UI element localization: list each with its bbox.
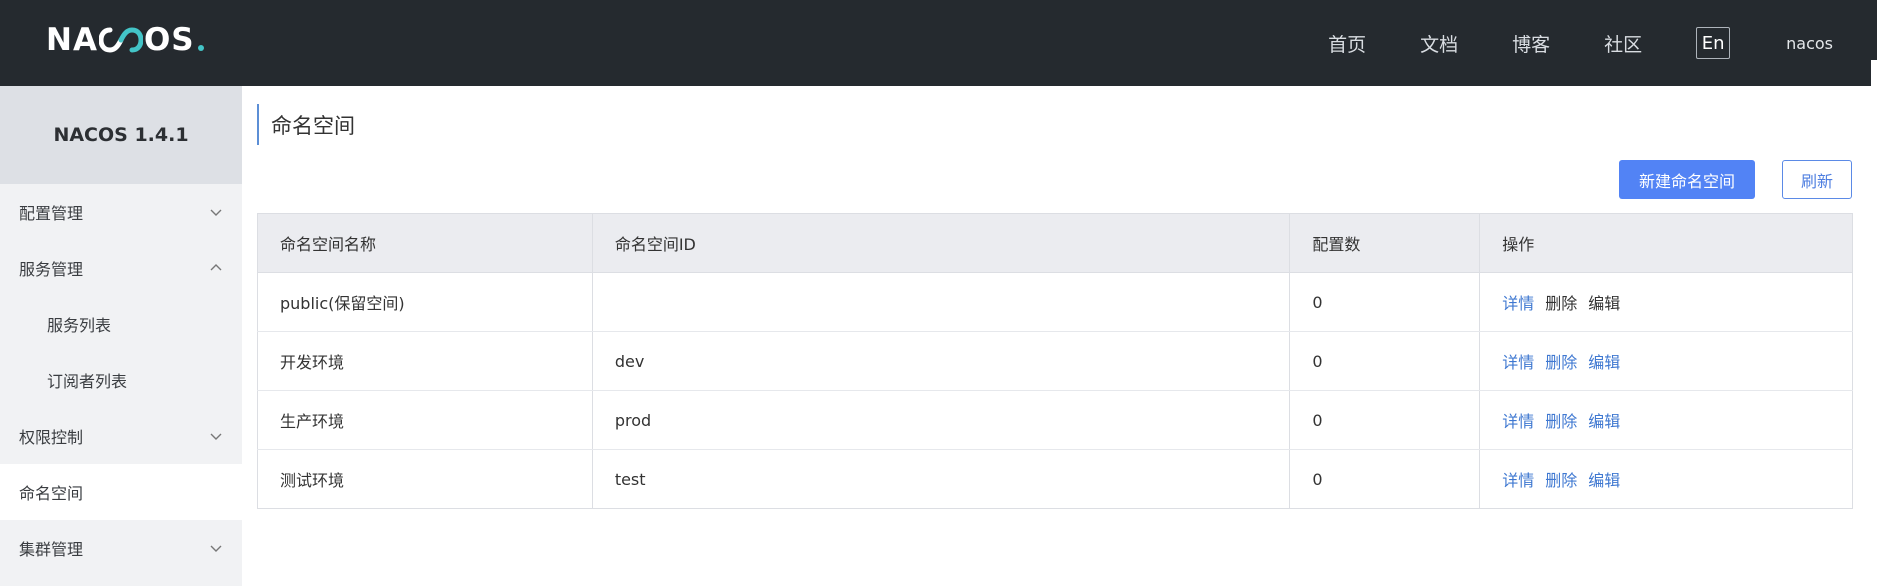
top-header: NA OS 首页 文档 博客 社区 En nacos <box>0 0 1877 86</box>
cell-namespace-name: 测试环境 <box>257 449 593 509</box>
nav-blog[interactable]: 博客 <box>1512 30 1550 57</box>
nav-community[interactable]: 社区 <box>1604 30 1642 57</box>
sidebar-item-cluster-management[interactable]: 集群管理 <box>0 520 242 576</box>
sidebar-item-namespace[interactable]: 命名空间 <box>0 464 242 520</box>
cell-config-count: 0 <box>1289 449 1481 509</box>
chevron-down-icon <box>210 545 222 552</box>
sidebar-item-label: 服务列表 <box>47 316 112 335</box>
edit-link[interactable]: 编辑 <box>1588 353 1620 372</box>
column-header-actions: 操作 <box>1479 213 1853 273</box>
cell-namespace-id: dev <box>591 331 1291 391</box>
sidebar-item-subscriber-list[interactable]: 订阅者列表 <box>0 352 242 408</box>
scrollbar-thumb[interactable] <box>1871 60 1877 86</box>
detail-link[interactable]: 详情 <box>1502 471 1534 490</box>
table-header-row: 命名空间名称 命名空间ID 配置数 操作 <box>257 213 1853 273</box>
delete-link[interactable]: 删除 <box>1545 412 1577 431</box>
sidebar-item-access-control[interactable]: 权限控制 <box>0 408 242 464</box>
cell-actions: 详情 删除 编辑 <box>1479 449 1853 509</box>
logo-text-suffix: OS <box>143 22 195 58</box>
sidebar-version-title: NACOS 1.4.1 <box>0 86 242 184</box>
chevron-down-icon <box>210 433 222 440</box>
namespace-table: 命名空间名称 命名空间ID 配置数 操作 public(保留空间) 0 详情 删除… <box>257 213 1853 509</box>
language-switch-button[interactable]: En <box>1696 27 1731 59</box>
table-row: 生产环境 prod 0 详情 删除 编辑 <box>257 390 1853 450</box>
nav-home[interactable]: 首页 <box>1328 30 1366 57</box>
sidebar-item-label: 订阅者列表 <box>47 372 128 391</box>
cell-config-count: 0 <box>1289 272 1481 332</box>
delete-link-disabled: 删除 <box>1545 294 1578 313</box>
column-header-count: 配置数 <box>1289 213 1481 273</box>
sidebar-item-label: 服务管理 <box>19 260 84 279</box>
detail-link[interactable]: 详情 <box>1502 294 1534 313</box>
column-header-name: 命名空间名称 <box>257 213 593 273</box>
column-header-id: 命名空间ID <box>591 213 1291 273</box>
logo-infinity-icon <box>98 27 143 53</box>
chevron-up-icon <box>210 264 222 271</box>
user-name[interactable]: nacos <box>1786 34 1833 53</box>
sidebar-item-label: 权限控制 <box>19 428 84 447</box>
cell-actions: 详情 删除 编辑 <box>1479 272 1853 332</box>
nacos-logo[interactable]: NA OS <box>46 20 204 60</box>
main-content: 命名空间 新建命名空间 刷新 命名空间名称 命名空间ID 配置数 操作 publ… <box>242 86 1877 586</box>
cell-namespace-id <box>591 272 1291 332</box>
edit-link[interactable]: 编辑 <box>1588 412 1620 431</box>
logo-text-prefix: NA <box>46 22 98 58</box>
refresh-button[interactable]: 刷新 <box>1782 160 1852 199</box>
detail-link[interactable]: 详情 <box>1502 412 1534 431</box>
cell-actions: 详情 删除 编辑 <box>1479 331 1853 391</box>
new-namespace-button[interactable]: 新建命名空间 <box>1619 160 1755 199</box>
delete-link[interactable]: 删除 <box>1545 471 1577 490</box>
edit-link[interactable]: 编辑 <box>1588 471 1620 490</box>
delete-link[interactable]: 删除 <box>1545 353 1577 372</box>
cell-namespace-id: test <box>591 449 1291 509</box>
logo-dot-icon <box>197 45 204 51</box>
table-row: public(保留空间) 0 详情 删除 编辑 <box>257 272 1853 332</box>
detail-link[interactable]: 详情 <box>1502 353 1534 372</box>
table-row: 测试环境 test 0 详情 删除 编辑 <box>257 449 1853 509</box>
chevron-down-icon <box>210 209 222 216</box>
sidebar-item-config-management[interactable]: 配置管理 <box>0 184 242 240</box>
sidebar: NACOS 1.4.1 配置管理 服务管理 服务列表 订阅者列表 权限控制 命名… <box>0 86 242 586</box>
cell-namespace-name: 开发环境 <box>257 331 593 391</box>
cell-namespace-name: public(保留空间) <box>257 272 593 332</box>
cell-config-count: 0 <box>1289 331 1481 391</box>
sidebar-item-service-management[interactable]: 服务管理 <box>0 240 242 296</box>
sidebar-item-label: 配置管理 <box>19 204 84 223</box>
cell-namespace-name: 生产环境 <box>257 390 593 450</box>
sidebar-item-label: 命名空间 <box>19 484 84 503</box>
sidebar-item-service-list[interactable]: 服务列表 <box>0 296 242 352</box>
table-row: 开发环境 dev 0 详情 删除 编辑 <box>257 331 1853 391</box>
top-nav: 首页 文档 博客 社区 En nacos <box>1274 0 1877 86</box>
nav-docs[interactable]: 文档 <box>1420 30 1458 57</box>
cell-actions: 详情 删除 编辑 <box>1479 390 1853 450</box>
edit-link-disabled: 编辑 <box>1588 294 1621 313</box>
page-title: 命名空间 <box>257 104 355 145</box>
cell-config-count: 0 <box>1289 390 1481 450</box>
sidebar-item-label: 集群管理 <box>19 540 84 559</box>
cell-namespace-id: prod <box>591 390 1291 450</box>
